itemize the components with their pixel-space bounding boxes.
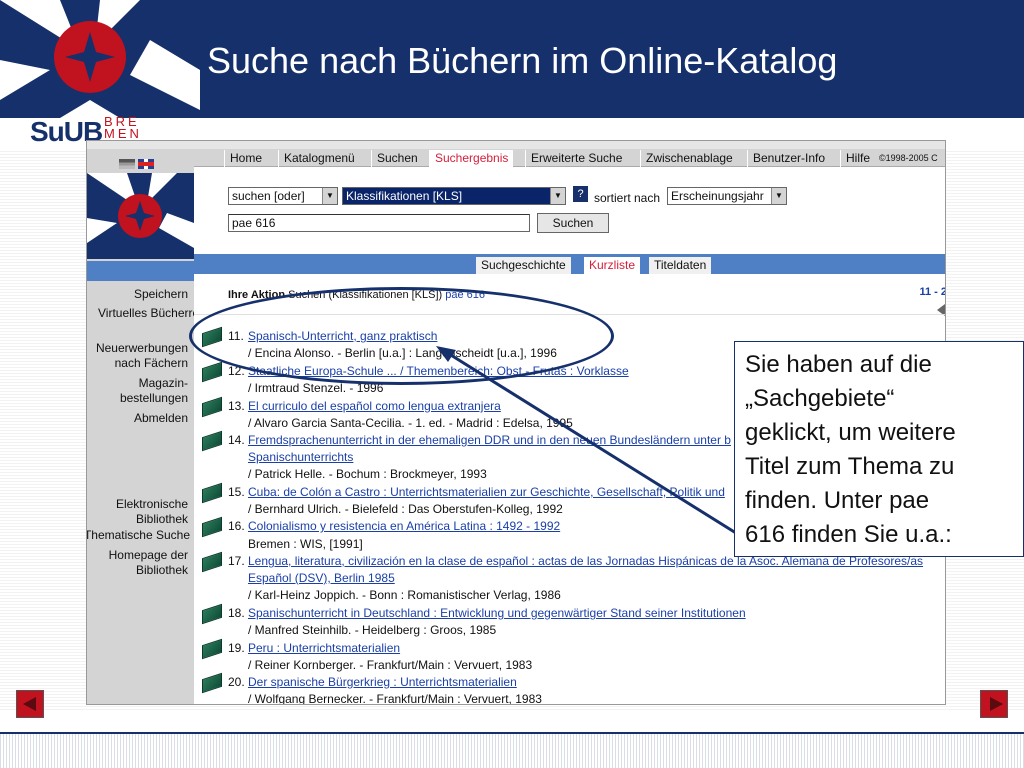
sort-select[interactable]: Erscheinungsjahr ▼ — [667, 187, 787, 205]
record-title[interactable]: El curriculo del español como lengua ext… — [248, 399, 501, 413]
record-meta: / Wolfgang Bernecker. - Frankfurt/Main :… — [248, 692, 542, 705]
window-top-strip — [87, 141, 945, 149]
arrow-right-icon — [990, 697, 1003, 711]
nav-hilfe[interactable]: Hilfe — [840, 150, 875, 167]
nav-home[interactable]: Home — [224, 150, 267, 167]
record-meta: / Reiner Kornberger. - Frankfurt/Main : … — [248, 658, 533, 672]
book-icon[interactable] — [202, 672, 222, 694]
chevron-down-icon[interactable]: ▼ — [771, 188, 786, 204]
search-mode-value: suchen [oder] — [232, 189, 305, 203]
book-icon[interactable] — [202, 482, 222, 504]
tab-suchgeschichte[interactable]: Suchgeschichte — [476, 257, 571, 274]
record-meta: / Bernhard Ulrich. - Bielefeld : Das Obe… — [248, 502, 563, 516]
record-number: 19. — [228, 641, 245, 655]
record-number: 18. — [228, 606, 245, 620]
callout-line: 616 finden Sie u.a.: — [745, 521, 952, 548]
search-mode-select[interactable]: suchen [oder] ▼ — [228, 187, 338, 205]
nav-suchen[interactable]: Suchen — [371, 150, 423, 167]
nav-benutzer-info[interactable]: Benutzer-Info — [747, 150, 830, 167]
nav-erweiterte-suche[interactable]: Erweiterte Suche — [525, 150, 627, 167]
record-number: 14. — [228, 433, 245, 447]
callout-line: Sie haben auf die — [745, 351, 932, 378]
search-submit-button[interactable]: Suchen — [537, 213, 609, 233]
search-form: suchen [oder] ▼ Klassifikationen [KLS] ▼… — [194, 168, 945, 254]
record-title[interactable]: Cuba: de Colón a Castro : Unterrichtsmat… — [248, 485, 725, 499]
tab-kurzliste[interactable]: Kurzliste — [584, 257, 641, 274]
pager[interactable]: 11 - 2 — [919, 286, 945, 298]
top-nav: Home Katalogmenü Suchen Suchergebnis Erw… — [194, 149, 945, 167]
book-icon[interactable] — [202, 638, 222, 660]
brand-logo-suffix: BRE MEN — [104, 114, 142, 141]
language-flags[interactable] — [119, 159, 159, 169]
library-logo-icon — [87, 173, 194, 259]
record-number: 17. — [228, 554, 245, 568]
record-title[interactable]: Colonialismo y resistencia en América La… — [248, 519, 560, 533]
search-index-select[interactable]: Klassifikationen [KLS] ▼ — [342, 187, 566, 205]
sidebar-link-buecherregal[interactable]: Virtuelles Bücherregal — [98, 306, 215, 321]
tab-titeldaten[interactable]: Titeldaten — [649, 257, 712, 274]
footer-band — [0, 732, 1024, 768]
book-icon[interactable] — [202, 516, 222, 538]
sidebar-link-abmelden[interactable]: Abmelden — [134, 411, 188, 426]
german-flag-icon[interactable] — [119, 159, 135, 169]
record-number: 20. — [228, 675, 245, 689]
arrow-left-icon — [23, 697, 36, 711]
english-flag-icon[interactable] — [138, 159, 154, 169]
record-number: 16. — [228, 519, 245, 533]
slide-title: Suche nach Büchern im Online-Katalog — [207, 40, 838, 81]
highlight-ellipse — [189, 287, 614, 385]
nav-katalogmenue[interactable]: Katalogmenü — [278, 150, 360, 167]
book-icon[interactable] — [202, 430, 222, 452]
nav-zwischenablage[interactable]: Zwischenablage — [640, 150, 738, 167]
sidebar-link-elektronische-bibliothek[interactable]: Elektronische Bibliothek — [98, 497, 188, 527]
callout-line: finden. Unter pae — [745, 487, 930, 514]
record-meta: / Karl-Heinz Joppich. - Bonn : Romanisti… — [248, 588, 561, 602]
record-title-continued[interactable]: Spanischunterrichts — [248, 450, 353, 464]
help-icon[interactable]: ? — [573, 186, 588, 202]
prev-slide-button[interactable] — [16, 690, 44, 718]
callout-line: Titel zum Thema zu — [745, 453, 955, 480]
record-title[interactable]: Spanischunterricht in Deutschland : Entw… — [248, 606, 746, 620]
record-number: 13. — [228, 399, 245, 413]
record-title[interactable]: Fremdsprachenunterricht in der ehemalige… — [248, 433, 731, 447]
book-icon[interactable] — [202, 361, 222, 383]
chevron-down-icon[interactable]: ▼ — [322, 188, 337, 204]
sidebar: Speichern Virtuelles Bücherregal Neuerwe… — [87, 149, 215, 704]
sidebar-link-magazinbestellungen[interactable]: Magazin-bestellungen — [108, 376, 188, 406]
record-number: 15. — [228, 485, 245, 499]
record-title[interactable]: Peru : Unterrichtsmaterialien — [248, 641, 400, 655]
search-query-input[interactable]: pae 616 — [228, 214, 530, 232]
record-meta: Bremen : WIS, [1991] — [248, 537, 363, 551]
record-meta: / Patrick Helle. - Bochum : Brockmeyer, … — [248, 467, 487, 481]
sidebar-link-thematische-suche[interactable]: Thematische Suche — [87, 528, 190, 543]
record-title-continued[interactable]: Español (DSV), Berlin 1985 — [248, 571, 395, 585]
next-slide-button[interactable] — [980, 690, 1008, 718]
callout-line: „Sachgebiete“ — [745, 385, 895, 412]
sort-value: Erscheinungsjahr — [671, 189, 764, 203]
nav-suchergebnis[interactable]: Suchergebnis — [429, 150, 514, 167]
sort-label: sortiert nach — [594, 191, 661, 205]
sidebar-band — [87, 261, 194, 281]
record-meta: / Alvaro Garcia Santa-Cecilia. - 1. ed. … — [248, 416, 573, 430]
sidebar-link-speichern[interactable]: Speichern — [134, 287, 188, 302]
chevron-down-icon[interactable]: ▼ — [550, 188, 565, 204]
result-tabs: Suchgeschichte Kurzliste Titeldaten — [194, 254, 945, 274]
book-icon[interactable] — [202, 551, 222, 573]
search-index-value: Klassifikationen [KLS] — [346, 189, 463, 203]
sidebar-link-neuerwerbungen[interactable]: Neuerwerbungen nach Fächern — [88, 341, 188, 371]
book-icon[interactable] — [202, 603, 222, 625]
sidebar-link-homepage[interactable]: Homepage der Bibliothek — [98, 548, 188, 578]
copyright-text: ©1998-2005 C — [879, 153, 938, 163]
callout-line: geklickt, um weitere — [745, 419, 956, 446]
book-icon[interactable] — [202, 396, 222, 418]
record-title[interactable]: Der spanische Bürgerkrieg : Unterrichtsm… — [248, 675, 517, 689]
record-meta: / Manfred Steinhilb. - Heidelberg : Groo… — [248, 623, 497, 637]
callout-box: Sie haben auf die „Sachgebiete“ geklickt… — [734, 341, 1024, 557]
